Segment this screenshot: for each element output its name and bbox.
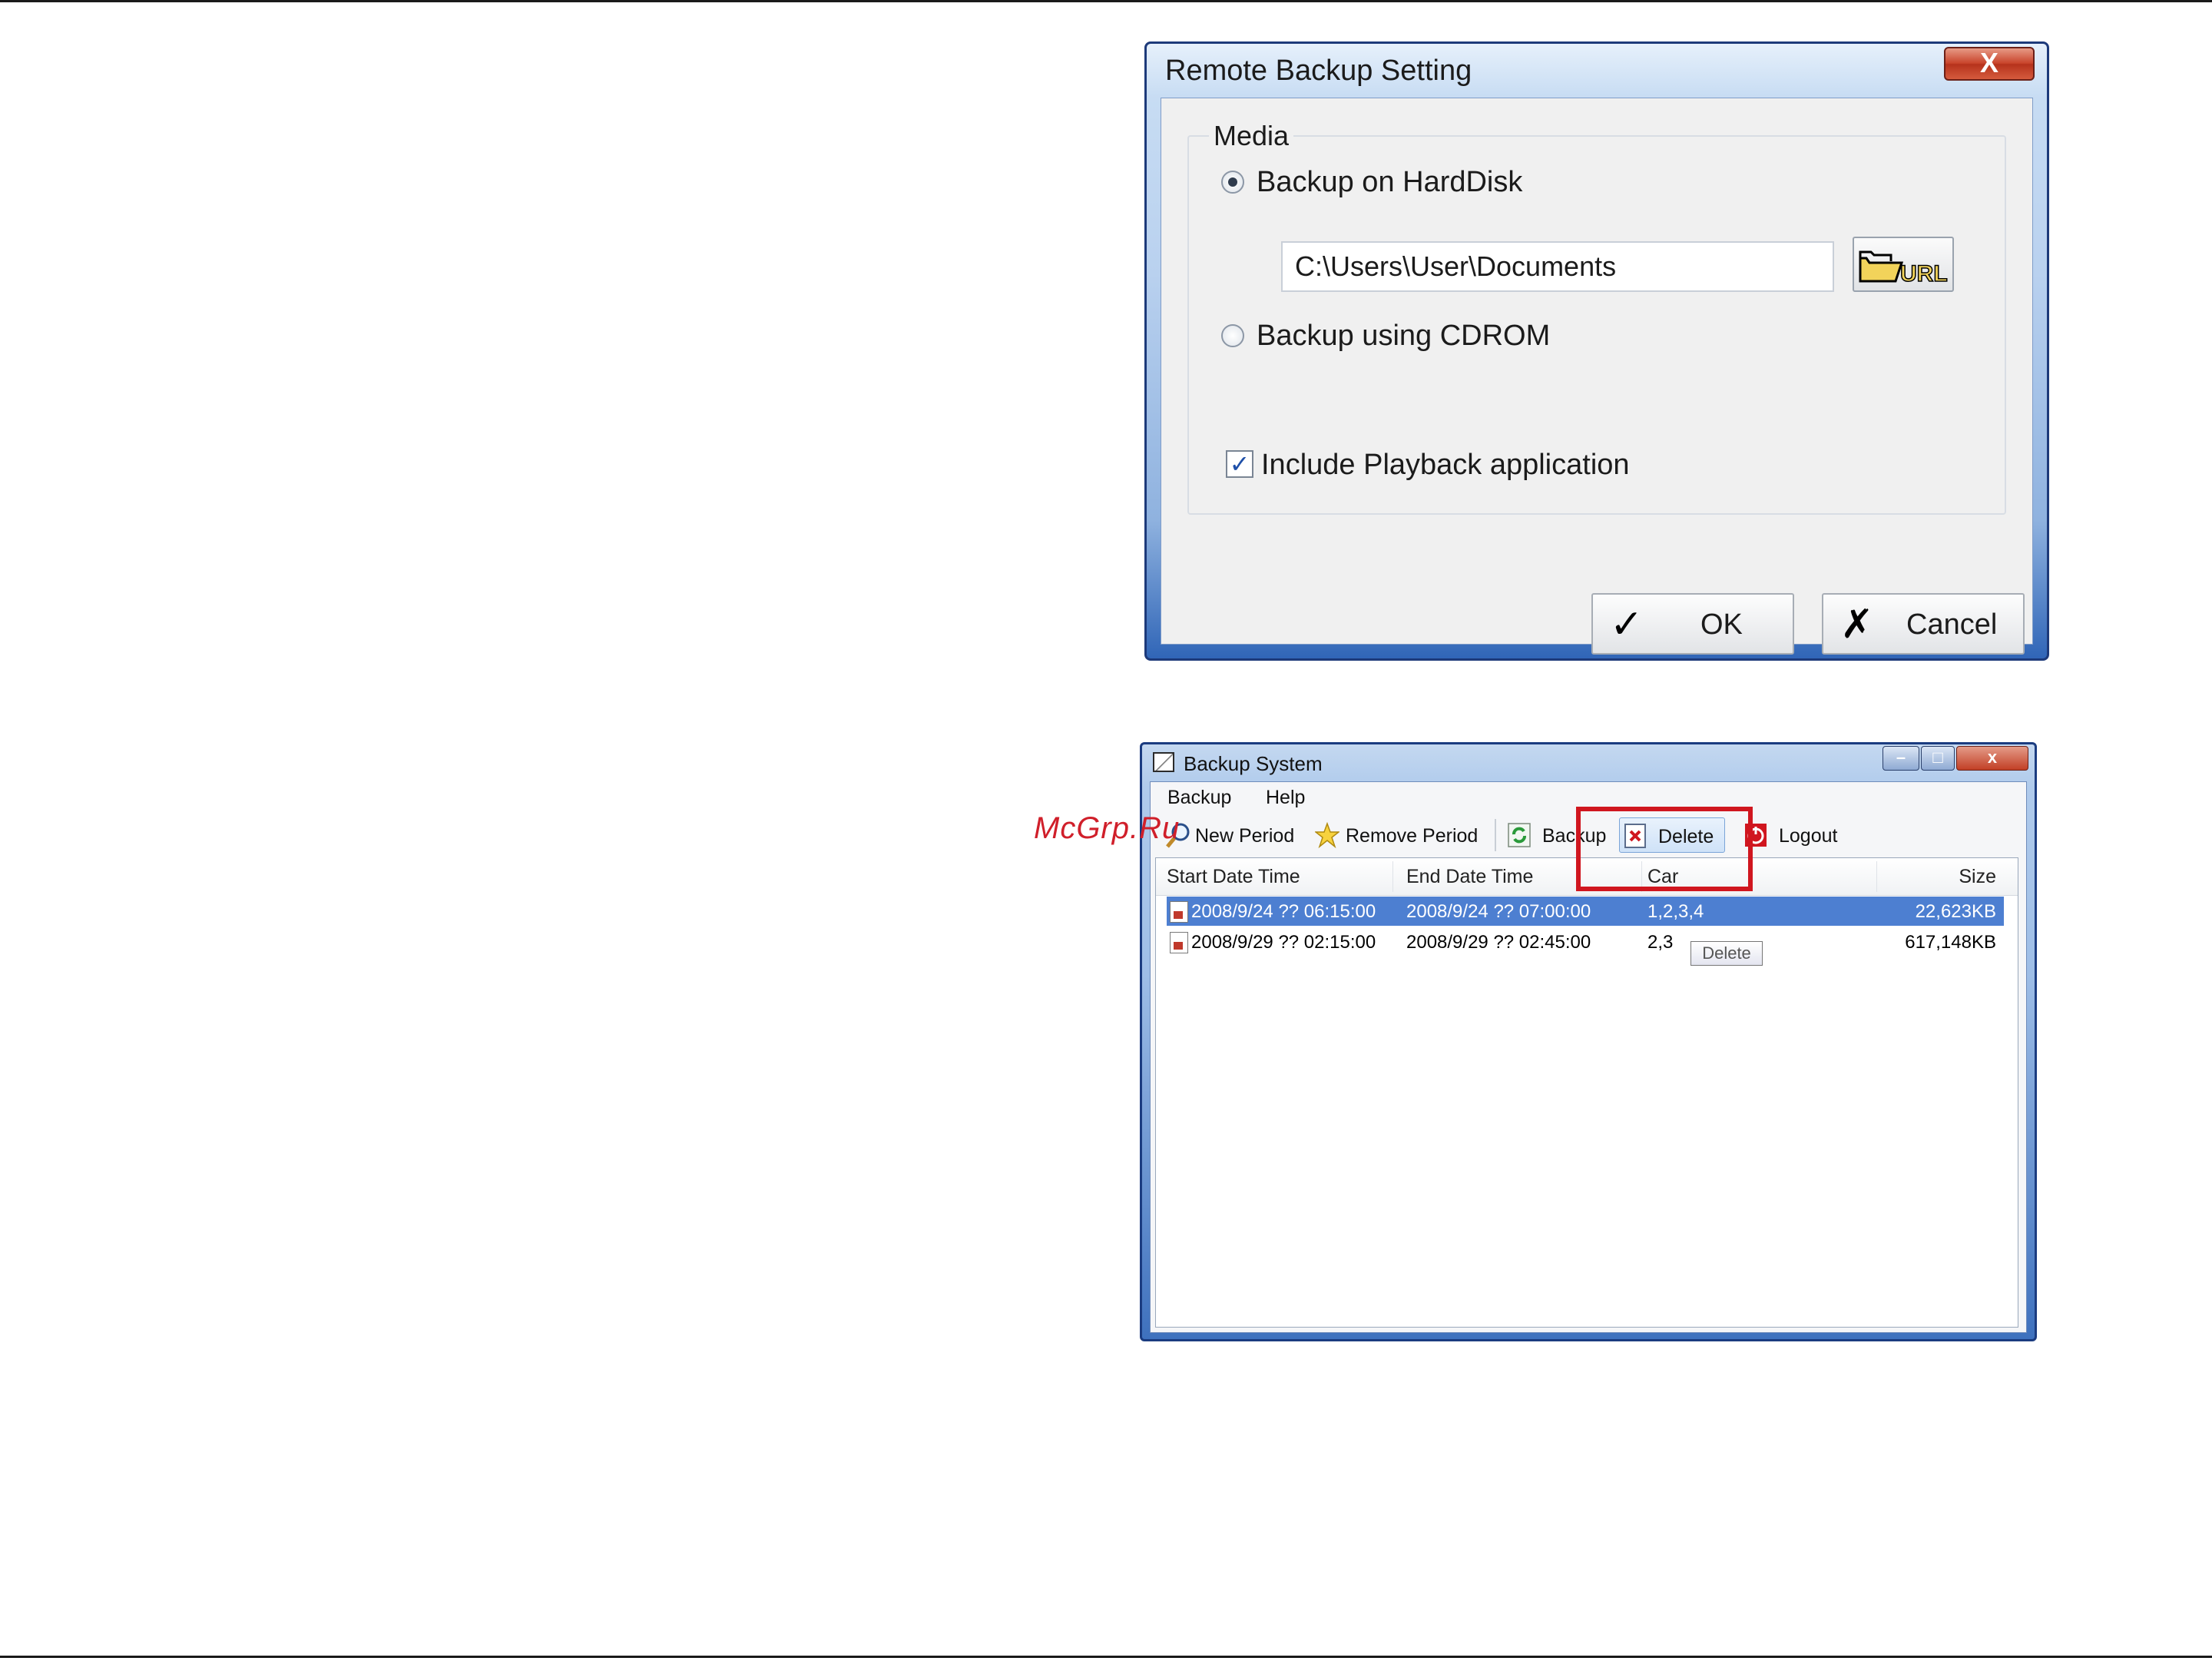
- column-separator: [1392, 861, 1393, 892]
- window-close-icon[interactable]: x: [1956, 746, 2028, 771]
- page-top-rule: [0, 0, 2212, 2]
- refresh-icon: [1508, 823, 1531, 847]
- table-row[interactable]: 2008/9/29 ?? 02:15:00 2008/9/29 ?? 02:45…: [1167, 927, 2004, 956]
- minimize-icon[interactable]: –: [1883, 746, 1919, 771]
- remove-period-label: Remove Period: [1346, 825, 1479, 847]
- cell-start: 2008/9/29 ?? 02:15:00: [1191, 932, 1376, 953]
- cell-end: 2008/9/29 ?? 02:45:00: [1406, 932, 1591, 953]
- cdrom-radio[interactable]: [1221, 324, 1244, 347]
- column-separator: [1876, 861, 1877, 892]
- ok-button-label: OK: [1700, 608, 1743, 641]
- cdrom-label: Backup using CDROM: [1257, 320, 1551, 352]
- column-size[interactable]: Size: [1959, 866, 1996, 888]
- star-icon: [1315, 822, 1339, 848]
- url-button-text: URL: [1900, 261, 1948, 287]
- window-title: Backup System: [1184, 752, 1323, 775]
- include-playback-label: Include Playback application: [1261, 449, 1630, 481]
- checkmark-icon: ✓: [1610, 602, 1644, 647]
- file-icon: [1170, 932, 1188, 953]
- cell-start: 2008/9/24 ?? 06:15:00: [1191, 901, 1376, 922]
- new-period-label: New Period: [1195, 825, 1295, 847]
- dialog-title: Remote Backup Setting: [1165, 55, 1472, 87]
- media-legend: Media: [1209, 120, 1294, 152]
- close-icon[interactable]: X: [1944, 47, 2035, 81]
- remove-period-button[interactable]: Remove Period: [1313, 817, 1482, 853]
- menu-help[interactable]: Help: [1266, 787, 1305, 809]
- cell-size: 617,148KB: [1905, 932, 1996, 953]
- delete-highlight-box: [1576, 807, 1753, 891]
- column-start-date-time[interactable]: Start Date Time: [1167, 866, 1300, 888]
- file-icon: [1170, 901, 1188, 923]
- toolbar-separator: [1495, 819, 1496, 851]
- harddisk-radio[interactable]: [1221, 171, 1244, 194]
- cell-cameras: 2,3: [1647, 932, 1674, 953]
- backup-path-input[interactable]: [1281, 241, 1834, 292]
- logout-button[interactable]: Logout: [1742, 817, 1849, 853]
- watermark: McGrp.Ru: [1034, 811, 1181, 845]
- backup-list[interactable]: Start Date Time End Date Time Car Size 2…: [1155, 857, 2018, 1328]
- app-icon: [1153, 752, 1174, 772]
- page-bottom-rule: [0, 1656, 2212, 1658]
- cancel-button[interactable]: ✗ Cancel: [1822, 593, 2025, 655]
- logout-label: Logout: [1779, 825, 1838, 847]
- remote-backup-setting-dialog: Remote Backup Setting X Media Backup on …: [1144, 41, 2049, 661]
- maximize-icon[interactable]: □: [1921, 746, 1955, 771]
- menu-backup[interactable]: Backup: [1167, 787, 1231, 809]
- ok-button[interactable]: ✓ OK: [1591, 593, 1794, 655]
- delete-tooltip: Delete: [1690, 941, 1763, 966]
- cell-cameras: 1,2,3,4: [1647, 901, 1704, 922]
- dialog-client-area: Media Backup on HardDisk URL Backup usin…: [1161, 98, 2033, 655]
- url-browse-button[interactable]: URL: [1853, 237, 1954, 292]
- harddisk-label: Backup on HardDisk: [1257, 166, 1523, 198]
- cell-size: 22,623KB: [1915, 901, 1996, 922]
- cancel-button-label: Cancel: [1906, 608, 1998, 641]
- table-row[interactable]: 2008/9/24 ?? 06:15:00 2008/9/24 ?? 07:00…: [1167, 897, 2004, 926]
- new-period-button[interactable]: New Period: [1164, 817, 1310, 853]
- close-x-icon: ✗: [1840, 602, 1874, 647]
- cell-end: 2008/9/24 ?? 07:00:00: [1406, 901, 1591, 922]
- include-playback-checkbox[interactable]: ✓: [1226, 450, 1253, 478]
- folder-open-icon: URL: [1859, 250, 1948, 287]
- media-group: Media Backup on HardDisk URL Backup usin…: [1187, 120, 2006, 515]
- column-end-date-time[interactable]: End Date Time: [1406, 866, 1533, 888]
